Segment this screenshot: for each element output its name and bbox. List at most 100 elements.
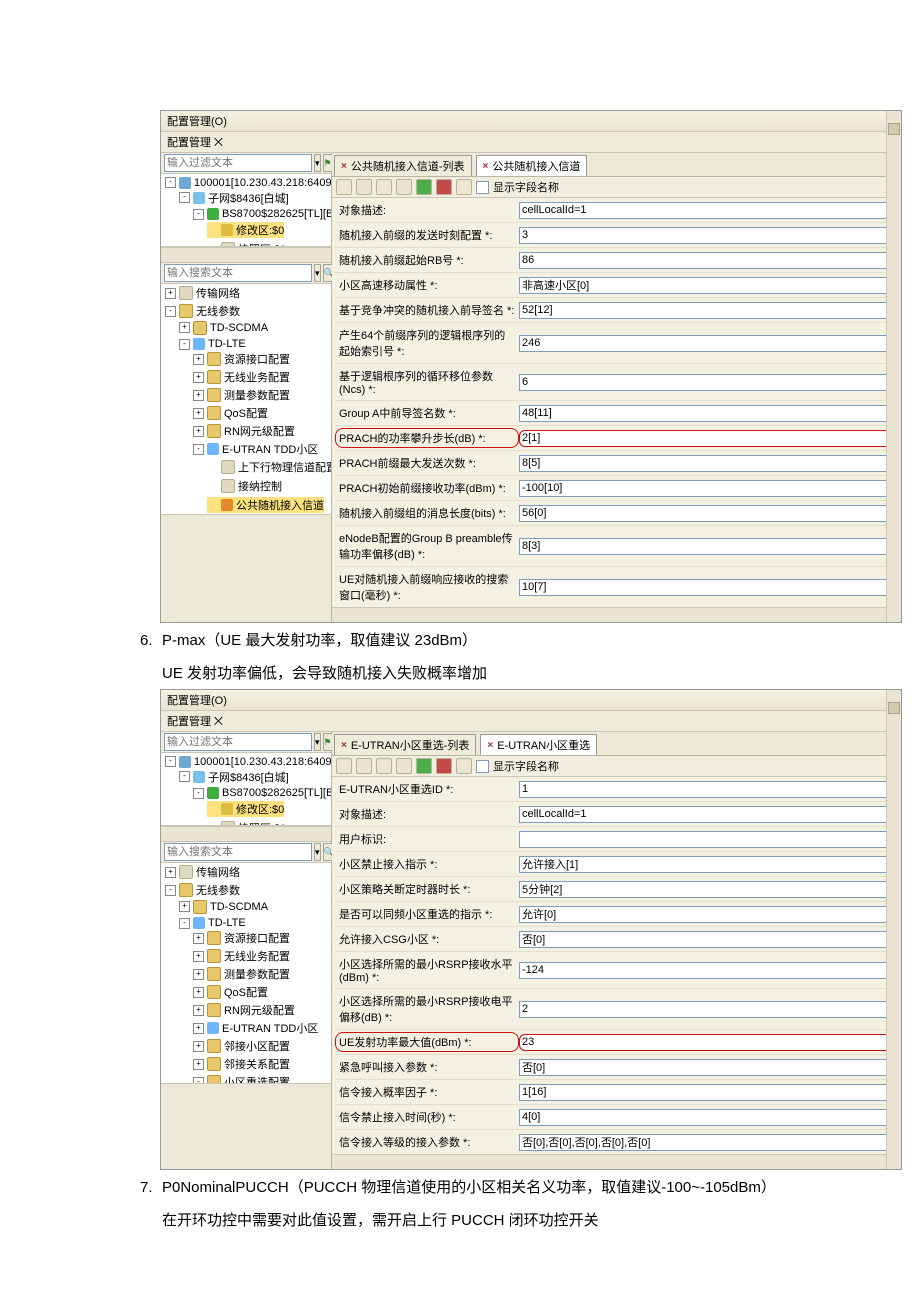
form-value-input[interactable] <box>519 1001 896 1018</box>
form-row: 信令禁止接入时间(秒) *: <box>335 1104 898 1129</box>
dropdown-icon[interactable]: ▾ <box>314 733 321 751</box>
form-value-input[interactable] <box>519 374 896 391</box>
close-icon[interactable]: × <box>341 161 347 172</box>
show-fields-label: 显示字段名称 <box>493 758 559 774</box>
form-row: 信令接入概率因子 *: <box>335 1079 898 1104</box>
toolbar-icon[interactable] <box>396 758 412 774</box>
close-icon[interactable]: × <box>341 740 347 751</box>
form-row: 小区禁止接入指示 *: <box>335 851 898 876</box>
toolbar-apply-icon[interactable] <box>416 758 432 774</box>
form-value-input[interactable] <box>519 962 896 979</box>
form-value-input[interactable] <box>519 335 896 352</box>
toolbar-user-icon[interactable] <box>436 758 452 774</box>
form-row: PRACH的功率攀升步长(dB) *: <box>335 425 898 450</box>
form-row: 信令接入等级的接入参数 *: <box>335 1129 898 1154</box>
search-input[interactable] <box>164 264 312 282</box>
toolbar-icon[interactable] <box>356 758 372 774</box>
form-value-input[interactable] <box>519 405 896 422</box>
show-fields-label: 显示字段名称 <box>493 179 559 195</box>
form-value-input[interactable] <box>519 1134 896 1151</box>
form-value-input[interactable] <box>519 480 896 497</box>
screenshot-config-mgmt-2: 配置管理(O) 配置管理 ⨉ ▾ ⚑ 🔍 -100001[10.230.43.2… <box>160 689 902 1170</box>
form-value-input[interactable] <box>519 881 896 898</box>
search-input[interactable] <box>164 843 312 861</box>
form-row: E-UTRAN小区重选ID *: <box>335 777 898 801</box>
toolbar-user-icon[interactable] <box>436 179 452 195</box>
form-label: 小区选择所需的最小RSRP接收水平(dBm) *: <box>335 954 519 986</box>
toolbar-icon[interactable] <box>376 179 392 195</box>
form-value-input[interactable] <box>519 538 896 555</box>
form-value-input[interactable] <box>519 906 896 923</box>
filter-input[interactable] <box>164 154 312 172</box>
form-value-input[interactable] <box>519 1034 896 1051</box>
form-value-input[interactable] <box>519 856 896 873</box>
form-value-input[interactable] <box>519 302 896 319</box>
form-label: 随机接入前缀组的消息长度(bits) *: <box>335 503 519 523</box>
form-row: 产生64个前缀序列的逻辑根序列的起始索引号 *: <box>335 322 898 363</box>
show-fields-checkbox[interactable] <box>476 760 489 773</box>
toolbar-icon[interactable] <box>396 179 412 195</box>
window-title: 配置管理(O) <box>161 111 901 132</box>
form-row: PRACH前缀最大发送次数 *: <box>335 450 898 475</box>
form-label: 随机接入前缀的发送时刻配置 *: <box>335 225 519 245</box>
form-value-input[interactable] <box>519 806 896 823</box>
form-row: 随机接入前缀起始RB号 *: <box>335 247 898 272</box>
form-label: UE对随机接入前缀响应接收的搜索窗口(毫秒) *: <box>335 569 519 605</box>
form-value-input[interactable] <box>519 931 896 948</box>
form-row: UE发射功率最大值(dBm) *: <box>335 1029 898 1054</box>
form-label: 对象描述: <box>335 804 519 824</box>
tab-detail[interactable]: ×E-UTRAN小区重选 <box>480 734 597 755</box>
screenshot-config-mgmt-1: 配置管理(O) 配置管理 ⨉ ▾ ⚑ 🔍 -100001[10.230.43.2… <box>160 110 902 623</box>
form-value-input[interactable] <box>519 579 896 596</box>
form-pane: ×公共随机接入信道-列表 ×公共随机接入信道 显示字段名称 对象描述:随机接入前… <box>332 153 901 622</box>
form-label: 产生64个前缀序列的逻辑根序列的起始索引号 *: <box>335 325 519 361</box>
tab-list[interactable]: ×公共随机接入信道-列表 <box>334 155 472 176</box>
form-toolbar: 显示字段名称 <box>332 177 901 198</box>
filter-input[interactable] <box>164 733 312 751</box>
vertical-scrollbar[interactable] <box>886 690 901 1169</box>
form-value-input[interactable] <box>519 505 896 522</box>
toolbar-apply-icon[interactable] <box>416 179 432 195</box>
form-row: 随机接入前缀组的消息长度(bits) *: <box>335 500 898 525</box>
form-label: 小区高速移动属性 *: <box>335 275 519 295</box>
close-icon[interactable]: × <box>487 740 493 751</box>
dropdown-icon[interactable]: ▾ <box>314 843 321 861</box>
dropdown-icon[interactable]: ▾ <box>314 264 321 282</box>
dropdown-icon[interactable]: ▾ <box>314 154 321 172</box>
toolbar-icon[interactable] <box>336 179 352 195</box>
toolbar-icon[interactable] <box>336 758 352 774</box>
toolbar-icon[interactable] <box>356 179 372 195</box>
nav-tree-top: -100001[10.230.43.218:64099] -子网$8436[白城… <box>161 174 331 247</box>
form-label: 基于逻辑根序列的循环移位参数(Ncs) *: <box>335 366 519 398</box>
tab-detail[interactable]: ×公共随机接入信道 <box>476 155 588 176</box>
form-value-input[interactable] <box>519 455 896 472</box>
form-value-input[interactable] <box>519 781 896 798</box>
form-value-input[interactable] <box>519 227 896 244</box>
form-value-input[interactable] <box>519 202 896 219</box>
form-label: 信令接入等级的接入参数 *: <box>335 1132 519 1152</box>
tab-list[interactable]: ×E-UTRAN小区重选-列表 <box>334 734 476 755</box>
form-label: PRACH的功率攀升步长(dB) *: <box>335 428 519 448</box>
form-label: eNodeB配置的Group B preamble传输功率偏移(dB) *: <box>335 528 519 564</box>
form-row: 小区选择所需的最小RSRP接收水平(dBm) *: <box>335 951 898 988</box>
form-value-input[interactable] <box>519 277 896 294</box>
form-row: Group A中前导签名数 *: <box>335 400 898 425</box>
form-value-input[interactable] <box>519 1059 896 1076</box>
toolbar-icon[interactable] <box>376 758 392 774</box>
nav-tree-top: -100001[10.230.43.218:64099] -子网$8436[白城… <box>161 753 331 826</box>
show-fields-checkbox[interactable] <box>476 181 489 194</box>
form-value-input[interactable] <box>519 831 896 848</box>
toolbar-icon[interactable] <box>456 179 472 195</box>
toolbar-icon[interactable] <box>456 758 472 774</box>
form-label: 随机接入前缀起始RB号 *: <box>335 250 519 270</box>
form-row: 对象描述: <box>335 801 898 826</box>
search-row: ▾ 🔍 ◂ ▸ <box>161 262 331 284</box>
form-label: 用户标识: <box>335 829 519 849</box>
vertical-scrollbar[interactable] <box>886 111 901 622</box>
tab-header: 配置管理 ⨉ <box>161 132 901 153</box>
form-value-input[interactable] <box>519 1109 896 1126</box>
form-value-input[interactable] <box>519 252 896 269</box>
form-value-input[interactable] <box>519 1084 896 1101</box>
close-icon[interactable]: × <box>483 161 489 172</box>
form-value-input[interactable] <box>519 430 896 447</box>
